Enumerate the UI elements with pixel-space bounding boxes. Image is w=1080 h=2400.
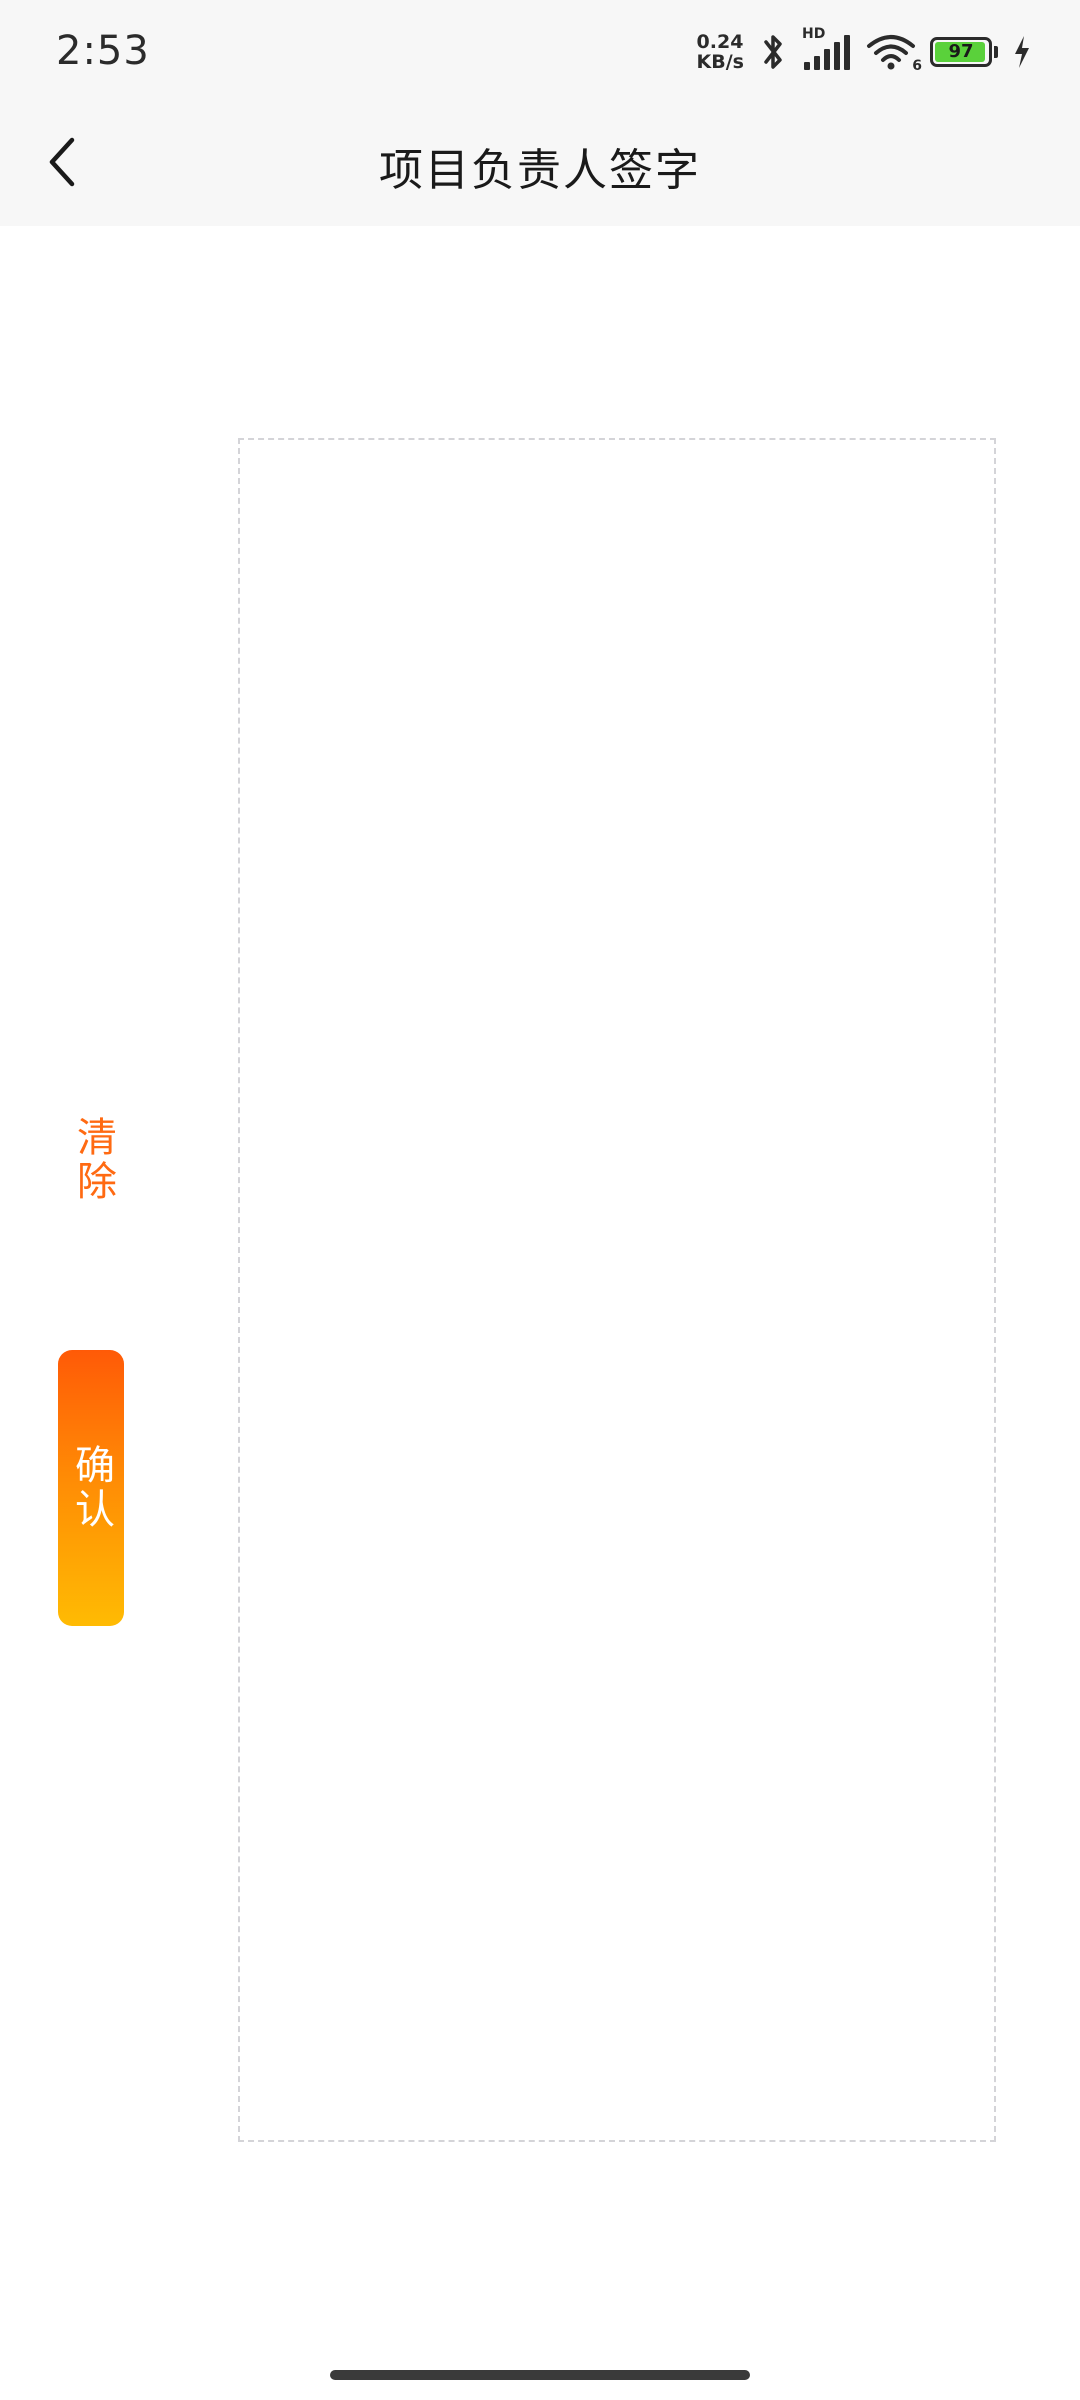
status-bar: 2:53 0.24 KB/s HD 6 97 [0,0,1080,96]
wifi-band-label: 6 [912,58,922,74]
signature-screen: 2:53 0.24 KB/s HD 6 97 项目负责人签字 清除 确认 [0,0,1080,2400]
wifi-icon: 6 [866,32,922,74]
clear-button[interactable]: 清除 [58,1100,128,1220]
network-speed: 0.24 KB/s [697,32,744,72]
battery-tip [994,46,998,58]
battery-icon: 97 [930,37,992,67]
signal-hd-label: HD [802,26,826,42]
title-bar: 项目负责人签字 [0,96,1080,226]
confirm-button-label: 确认 [68,1444,114,1532]
confirm-button[interactable]: 确认 [58,1350,124,1626]
network-speed-value: 0.24 [696,31,744,53]
home-indicator[interactable] [330,2370,750,2380]
status-icons: 0.24 KB/s HD 6 97 [697,26,1032,74]
clear-button-label: 清除 [70,1116,116,1204]
status-time: 2:53 [56,28,150,74]
battery-level: 97 [948,41,974,62]
bluetooth-icon [758,32,788,72]
page-title: 项目负责人签字 [379,145,701,196]
signal-icon: HD [802,26,852,72]
network-speed-unit: KB/s [696,51,744,73]
signature-canvas[interactable] [238,438,996,2142]
charging-icon [1012,34,1032,70]
